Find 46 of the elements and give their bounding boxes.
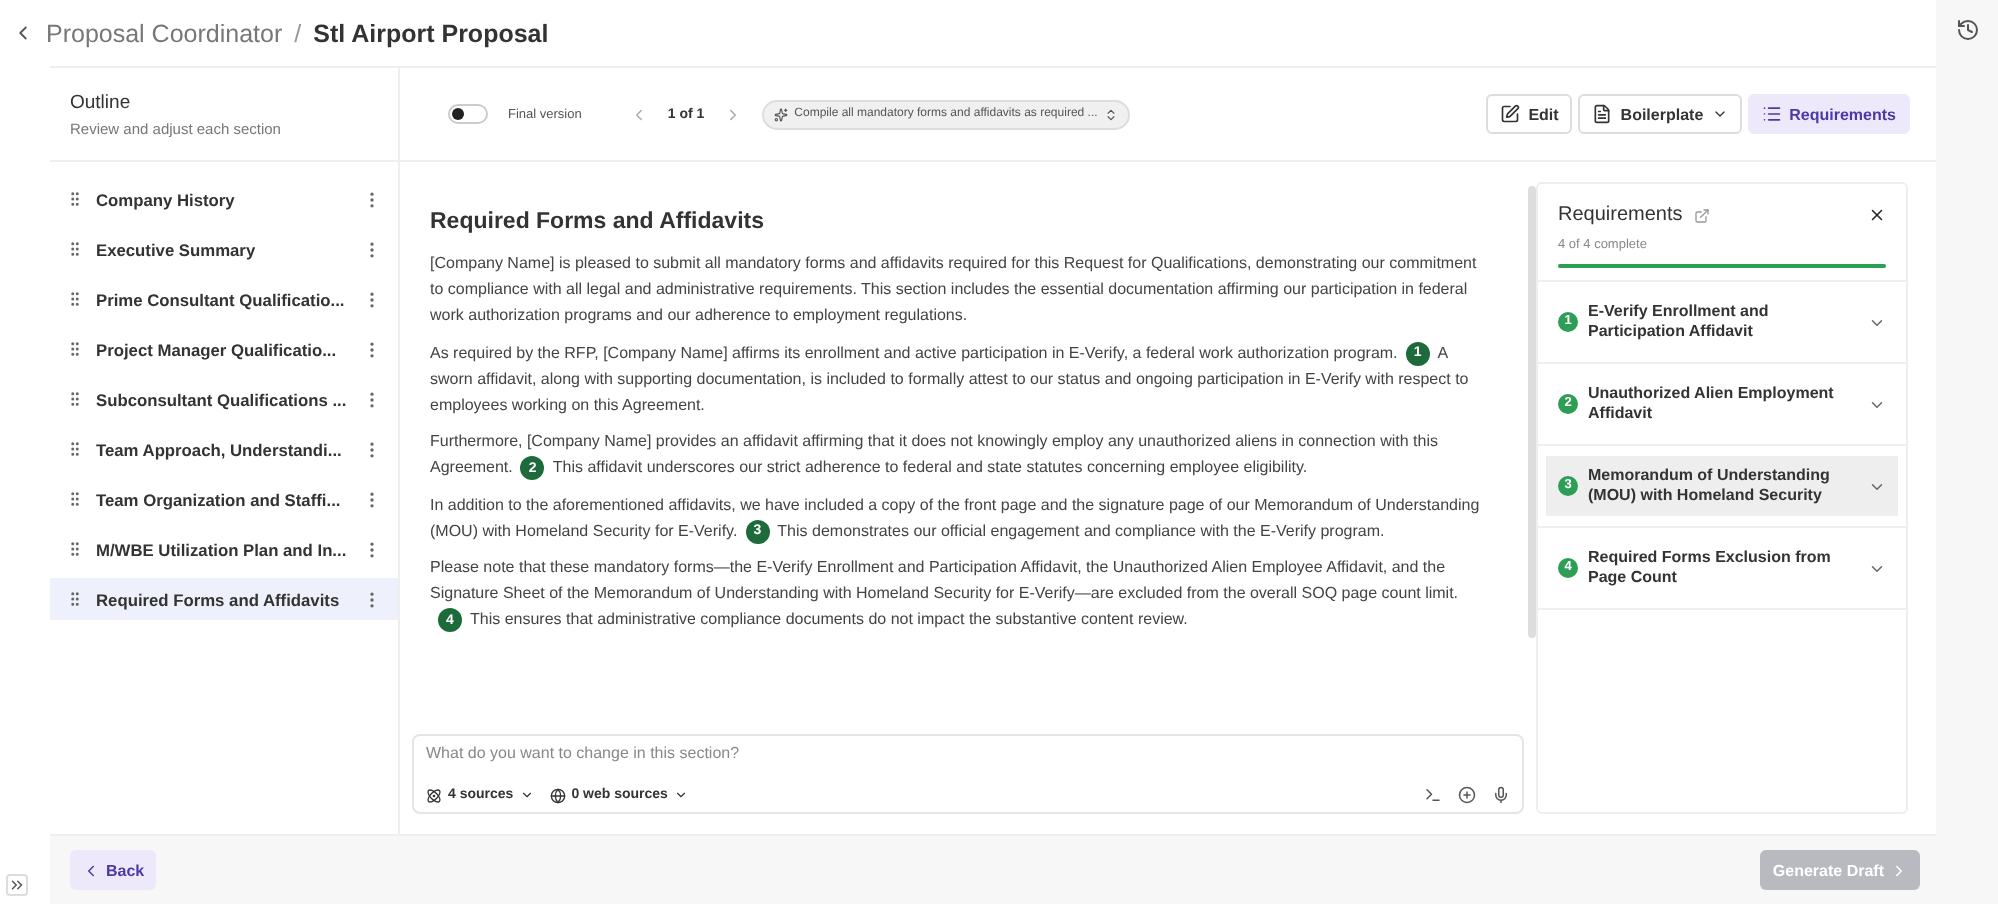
page-title: Stl Airport Proposal xyxy=(313,19,549,47)
drag-handle-icon[interactable] xyxy=(66,440,84,458)
edit-icon xyxy=(1500,104,1521,124)
outline-item[interactable]: Project Manager Qualificatio... xyxy=(50,328,398,370)
up-down-icon xyxy=(1103,107,1118,121)
expand-icon[interactable] xyxy=(6,874,28,896)
drag-handle-icon[interactable] xyxy=(66,490,84,508)
breadcrumb-link[interactable]: Proposal Coordinator xyxy=(46,19,283,47)
drag-handle-icon[interactable] xyxy=(66,590,84,608)
outline-item[interactable]: Team Approach, Understandi... xyxy=(50,428,398,470)
outline-item[interactable]: M/WBE Utilization Plan and In... xyxy=(50,528,398,570)
scrollbar[interactable] xyxy=(1528,186,1536,638)
toolbar-button[interactable]: Requirements xyxy=(1747,94,1910,134)
terminal-icon[interactable] xyxy=(1424,786,1442,804)
caret-icon xyxy=(673,788,688,802)
microphone-icon[interactable] xyxy=(1492,786,1510,804)
caret-icon xyxy=(519,788,534,802)
outline-item[interactable]: Prime Consultant Qualificatio... xyxy=(50,278,398,320)
close-icon[interactable] xyxy=(1868,206,1886,224)
outline-title: Outline xyxy=(70,92,133,114)
section-heading: Required Forms and Affidavits xyxy=(430,210,766,234)
drag-handle-icon[interactable] xyxy=(66,190,84,208)
drag-handle-icon[interactable] xyxy=(66,540,84,558)
globe-icon xyxy=(549,787,566,803)
drag-handle-icon[interactable] xyxy=(66,240,84,258)
paragraph: [Company Name] is pleased to submit all mandatory forms and affidavits required for this Request for Qualifications, demonstrating our commitment to compliance with all legal and administrative requirements. This section includes the essential documentation affirming our participation in federal work authorization programs and our adherence to employment regulations. xyxy=(430,252,1479,329)
caret-icon xyxy=(1711,106,1728,122)
outline-item[interactable]: Team Organization and Staffi... xyxy=(50,478,398,520)
sources-icon xyxy=(426,787,442,803)
final-version-toggle[interactable] xyxy=(448,104,488,124)
outline-item[interactable]: Company History xyxy=(50,178,398,220)
outline-item[interactable]: Executive Summary xyxy=(50,228,398,270)
requirements-title: Requirements xyxy=(1558,204,1683,226)
breadcrumb-separator: / xyxy=(294,19,302,47)
drag-handle-icon[interactable] xyxy=(66,290,84,308)
document-icon xyxy=(1592,104,1613,124)
sparkle-icon xyxy=(774,107,789,121)
outline-item[interactable]: Subconsultant Qualifications ... xyxy=(50,378,398,420)
outline-item[interactable]: Required Forms and Affidavits xyxy=(50,578,398,620)
add-icon[interactable] xyxy=(1458,786,1476,804)
drag-handle-icon[interactable] xyxy=(66,340,84,358)
open-external-icon[interactable] xyxy=(1694,207,1711,223)
toolbar-button[interactable]: Edit xyxy=(1486,94,1573,134)
back-button[interactable]: Back xyxy=(70,850,157,890)
drag-handle-icon[interactable] xyxy=(66,390,84,408)
boilerplate-dropdown[interactable]: Boilerplate xyxy=(1578,94,1742,134)
